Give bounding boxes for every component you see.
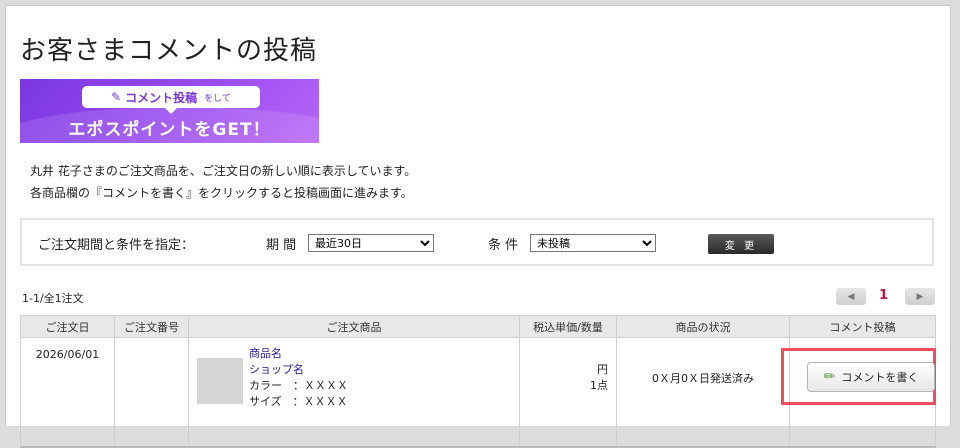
banner-pill-text: コメント投稿 <box>125 90 198 105</box>
status-cell: 0Ｘ月0Ｘ日発送済み <box>616 337 790 447</box>
header-price-qty: 税込単価/数量 <box>519 315 617 338</box>
current-page-number[interactable]: 1 <box>879 288 888 303</box>
pencil-icon: ✎ <box>111 90 122 104</box>
orders-table: ご注文日 ご注文番号 ご注文商品 税込単価/数量 商品の状況 コメント投稿 20… <box>20 315 936 448</box>
product-cell: 商品名 ショップ名 カラー ：ＸＸＸＸ サイズ ：ＸＸＸＸ <box>188 337 520 447</box>
write-comment-button[interactable]: ✏ コメントを書く <box>807 362 935 392</box>
banner-pill: ✎ コメント投稿 をして <box>82 86 260 114</box>
period-label: 期 間 <box>266 238 297 253</box>
header-order-date: ご注文日 <box>20 315 115 338</box>
intro-line-2: 各商品欄の『コメントを書く』をクリックすると投稿画面に進みます。 <box>30 186 413 200</box>
write-comment-label: コメントを書く <box>841 371 919 384</box>
banner-pill-suffix: をして <box>204 93 231 104</box>
banner-headline: エポスポイントをGET！ <box>68 120 271 140</box>
table-header-row: ご注文日 ご注文番号 ご注文商品 税込単価/数量 商品の状況 コメント投稿 <box>20 315 936 338</box>
product-color: カラー ：ＸＸＸＸ <box>249 379 348 392</box>
filter-panel: ご注文期間と条件を指定： 期 間 最近30日 条 件 未投稿 変 更 <box>20 218 934 266</box>
product-size: サイズ ：ＸＸＸＸ <box>249 395 348 408</box>
header-product: ご注文商品 <box>188 315 520 338</box>
product-name-link[interactable]: 商品名 <box>249 346 348 362</box>
result-count: 1-1/全1注文 <box>22 292 84 305</box>
intro-text: 丸井 花子さまのご注文商品を、ご注文日の新しい順に表示しています。 各商品欄の『… <box>30 160 416 204</box>
intro-line-1: 丸井 花子さまのご注文商品を、ご注文日の新しい順に表示しています。 <box>30 164 417 178</box>
product-thumbnail[interactable] <box>197 358 243 404</box>
promo-banner[interactable]: ✎ コメント投稿 をして エポスポイントをGET！ <box>20 79 319 143</box>
table-row: 2026/06/01 商品名 ショップ名 カラー ：ＸＸＸＸ サイズ ：ＸＸＸＸ… <box>20 337 936 447</box>
shop-name-link[interactable]: ショップ名 <box>249 362 348 378</box>
order-number-cell <box>114 337 189 447</box>
pencil-icon: ✏ <box>823 369 836 385</box>
price-value: 円 <box>597 363 608 376</box>
header-comment: コメント投稿 <box>789 315 936 338</box>
change-button[interactable]: 変 更 <box>708 234 774 254</box>
page-frame: お客さまコメントの投稿 ✎ コメント投稿 をして エポスポイントをGET！ 丸井… <box>5 5 951 447</box>
product-info: 商品名 ショップ名 カラー ：ＸＸＸＸ サイズ ：ＸＸＸＸ <box>249 346 348 410</box>
condition-label: 条 件 <box>488 238 519 253</box>
page-title: お客さまコメントの投稿 <box>20 36 318 66</box>
condition-select[interactable]: 未投稿 <box>530 234 656 252</box>
comment-cell: ✏ コメントを書く <box>781 337 936 447</box>
quantity-value: 1点 <box>590 379 608 392</box>
next-page-button[interactable]: ▶ <box>905 288 935 305</box>
prev-page-button[interactable]: ◀ <box>836 288 866 305</box>
header-status: 商品の状況 <box>616 315 790 338</box>
header-order-number: ご注文番号 <box>114 315 189 338</box>
price-cell: 円 1点 <box>519 337 617 447</box>
order-date-cell: 2026/06/01 <box>20 337 115 447</box>
filter-heading: ご注文期間と条件を指定： <box>38 238 195 253</box>
period-select[interactable]: 最近30日 <box>308 234 434 252</box>
